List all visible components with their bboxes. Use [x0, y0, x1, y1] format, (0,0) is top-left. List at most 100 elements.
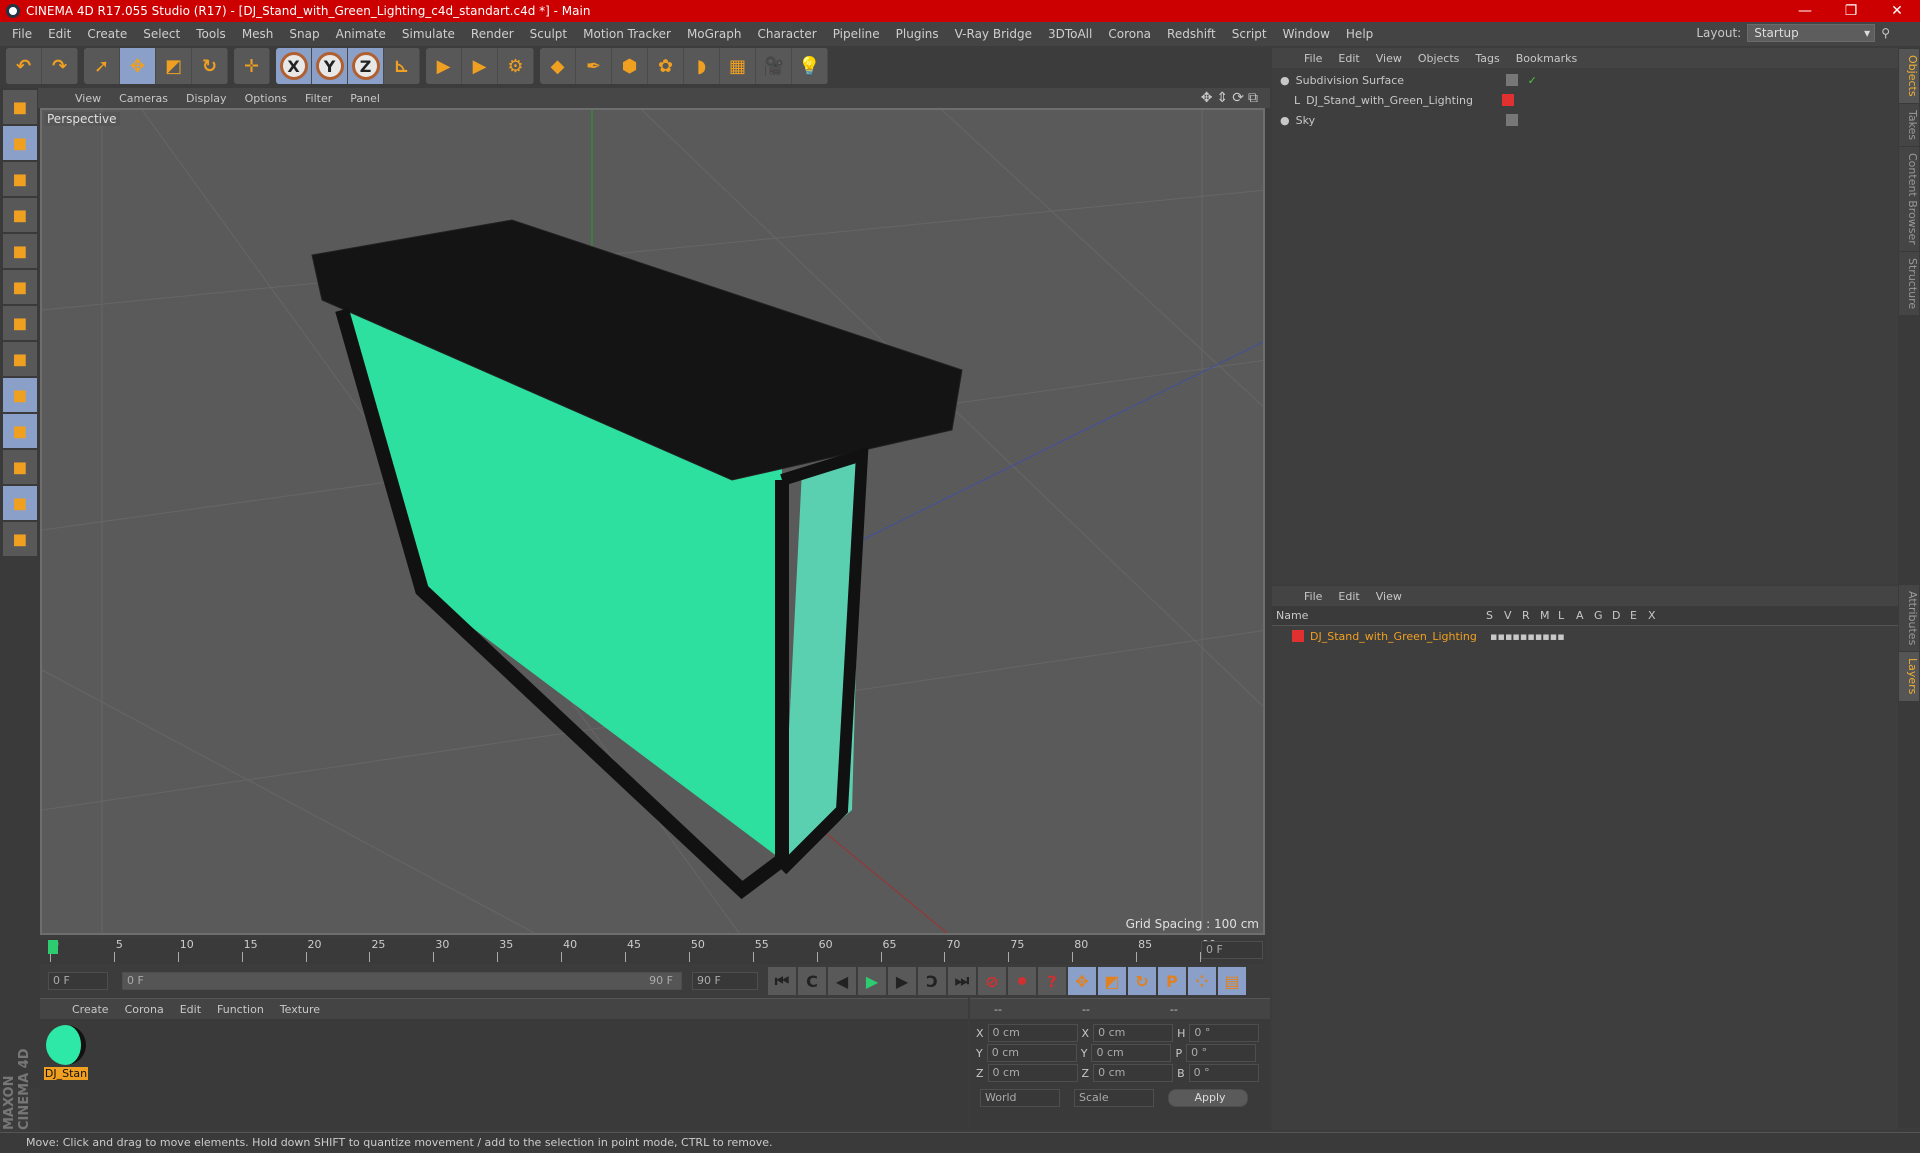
viewport-menu-filter[interactable]: Filter: [296, 92, 341, 105]
rotate-key-button[interactable]: ↻: [1128, 967, 1156, 995]
end-frame-field[interactable]: 90 F: [692, 972, 758, 990]
y-axis-button[interactable]: Y: [312, 48, 348, 84]
menu-file[interactable]: File: [4, 27, 40, 41]
menu-mograph[interactable]: MoGraph: [679, 27, 750, 41]
record-button[interactable]: ⊘: [978, 967, 1006, 995]
menu-help[interactable]: Help: [1338, 27, 1381, 41]
object-tag[interactable]: [1505, 114, 1518, 126]
x-axis-button[interactable]: X: [276, 48, 312, 84]
keyframe-help-button[interactable]: ?: [1038, 967, 1066, 995]
side-tab-attributes[interactable]: Attributes: [1899, 585, 1919, 652]
object-menu-edit[interactable]: Edit: [1330, 52, 1367, 65]
timeline-ruler[interactable]: 0510152025303540455055606570758085900 F: [40, 938, 1265, 964]
undo-button[interactable]: ↶: [6, 48, 42, 84]
light-button[interactable]: 💡: [792, 48, 828, 84]
timeline-button[interactable]: ▤: [1218, 967, 1246, 995]
object-menu-objects[interactable]: Objects: [1410, 52, 1468, 65]
texture-mode-button[interactable]: ◼: [3, 162, 37, 196]
lock-workplane-button[interactable]: ◼: [3, 486, 37, 520]
search-icon[interactable]: ⚲: [1881, 26, 1890, 40]
workplane-rotate-button[interactable]: ◼: [3, 522, 37, 556]
coord-transform-dropdown[interactable]: Scale: [1074, 1089, 1154, 1107]
next-key-button[interactable]: Ↄ: [918, 967, 946, 995]
floor-button[interactable]: ▦: [720, 48, 756, 84]
material-item[interactable]: DJ_Stan: [44, 1025, 88, 1080]
render-settings-button[interactable]: ⚙: [498, 48, 534, 84]
move-button[interactable]: ✥: [120, 48, 156, 84]
side-tab-layers[interactable]: Layers: [1899, 652, 1919, 701]
goto-end-button[interactable]: ⏭: [948, 967, 976, 995]
layer-menu-file[interactable]: File: [1296, 590, 1330, 603]
coord-field-b[interactable]: 0 °: [1188, 1064, 1259, 1082]
material-menu-corona[interactable]: Corona: [117, 1003, 172, 1016]
generators-toggle-icon[interactable]: ▪: [1535, 630, 1542, 643]
menu-3dtoall[interactable]: 3DToAll: [1040, 27, 1100, 41]
render-toggle-icon[interactable]: ▪: [1505, 630, 1512, 643]
autokey-button[interactable]: ⏺: [1008, 967, 1036, 995]
viewport-menu-display[interactable]: Display: [177, 92, 236, 105]
menu-v-ray-bridge[interactable]: V-Ray Bridge: [947, 27, 1040, 41]
menu-pipeline[interactable]: Pipeline: [825, 27, 888, 41]
snap-button[interactable]: ◼: [3, 414, 37, 448]
coord-system-button[interactable]: ⊾: [384, 48, 420, 84]
deformers-toggle-icon[interactable]: ▪: [1542, 630, 1549, 643]
object-mode-button[interactable]: ◼: [3, 126, 37, 160]
menu-sculpt[interactable]: Sculpt: [522, 27, 575, 41]
object-row[interactable]: ● Sky: [1280, 110, 1890, 130]
layer-menu-edit[interactable]: Edit: [1330, 590, 1367, 603]
start-frame-field[interactable]: 0 F: [48, 972, 108, 990]
tweak-button[interactable]: ◼: [3, 378, 37, 412]
object-menu-tags[interactable]: Tags: [1467, 52, 1507, 65]
viewport[interactable]: Perspective Grid Spacing : 100 cm: [40, 108, 1265, 935]
side-tab-objects[interactable]: Objects: [1899, 49, 1919, 103]
minimize-button[interactable]: —: [1782, 0, 1828, 22]
param-key-button[interactable]: P: [1158, 967, 1186, 995]
layout-dropdown[interactable]: Startup: [1747, 24, 1876, 42]
manager-toggle-icon[interactable]: ▪: [1512, 630, 1519, 643]
coord-field-y[interactable]: 0 cm: [1091, 1044, 1172, 1062]
maximize-button[interactable]: ❐: [1828, 0, 1874, 22]
material-menu-edit[interactable]: Edit: [172, 1003, 209, 1016]
select-button[interactable]: ➚: [84, 48, 120, 84]
axis-mode-button[interactable]: ◼: [3, 342, 37, 376]
menu-render[interactable]: Render: [463, 27, 522, 41]
rotate-button[interactable]: ↻: [192, 48, 228, 84]
camera-button[interactable]: 🎥: [756, 48, 792, 84]
material-menu-texture[interactable]: Texture: [272, 1003, 328, 1016]
menu-redshift[interactable]: Redshift: [1159, 27, 1224, 41]
material-menu-function[interactable]: Function: [209, 1003, 272, 1016]
add-button[interactable]: ✛: [234, 48, 270, 84]
menu-window[interactable]: Window: [1275, 27, 1338, 41]
model-mode-button[interactable]: ◼: [3, 90, 37, 124]
range-slider[interactable]: 0 F 90 F: [122, 972, 682, 990]
cloner-button[interactable]: ✿: [648, 48, 684, 84]
solo-toggle-icon[interactable]: ▪: [1490, 630, 1497, 643]
render-view-button[interactable]: ▶: [426, 48, 462, 84]
object-tag[interactable]: [1502, 94, 1515, 106]
maximize-view-icon[interactable]: ⧉: [1248, 90, 1262, 106]
render-picture-button[interactable]: ▶: [462, 48, 498, 84]
coord-mode-dropdown[interactable]: World: [980, 1089, 1060, 1107]
object-menu-bookmarks[interactable]: Bookmarks: [1508, 52, 1585, 65]
move-key-button[interactable]: ✥: [1068, 967, 1096, 995]
goto-start-button[interactable]: ⏮: [768, 967, 796, 995]
redo-button[interactable]: ↷: [42, 48, 78, 84]
viewport-menu-cameras[interactable]: Cameras: [110, 92, 177, 105]
playhead[interactable]: [48, 940, 58, 954]
coord-field-y[interactable]: 0 cm: [986, 1044, 1077, 1062]
workplane-button[interactable]: ◼: [3, 198, 37, 232]
side-tab-content-browser[interactable]: Content Browser: [1899, 146, 1919, 251]
layer-color-swatch[interactable]: [1292, 630, 1304, 642]
magnet-button[interactable]: ◼: [3, 450, 37, 484]
pen-button[interactable]: ✒: [576, 48, 612, 84]
menu-create[interactable]: Create: [79, 27, 135, 41]
menu-plugins[interactable]: Plugins: [888, 27, 947, 41]
animation-toggle-icon[interactable]: ▪: [1527, 630, 1534, 643]
coord-field-x[interactable]: 0 cm: [987, 1024, 1078, 1042]
deformer-button[interactable]: ◗: [684, 48, 720, 84]
object-row[interactable]: L DJ_Stand_with_Green_Lighting: [1280, 90, 1890, 110]
z-axis-button[interactable]: Z: [348, 48, 384, 84]
menu-select[interactable]: Select: [135, 27, 188, 41]
cube-button[interactable]: ◆: [540, 48, 576, 84]
menu-corona[interactable]: Corona: [1100, 27, 1159, 41]
